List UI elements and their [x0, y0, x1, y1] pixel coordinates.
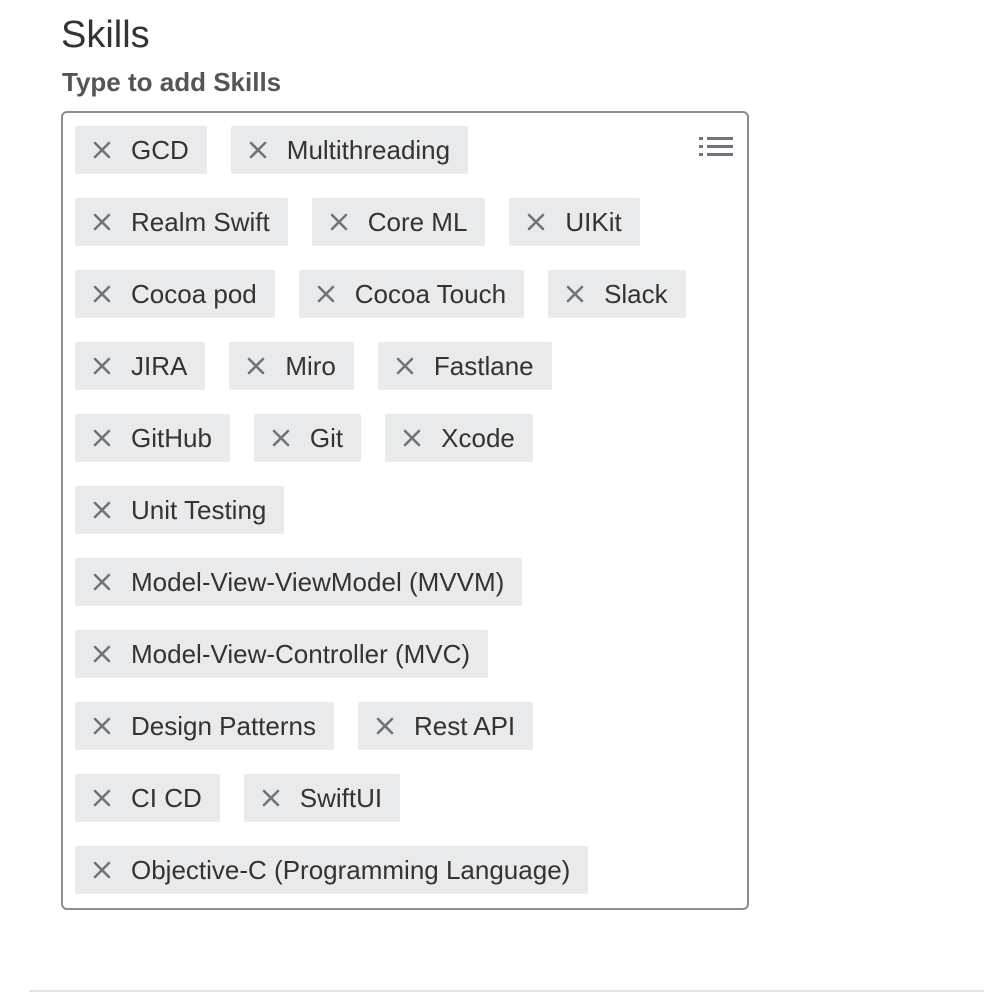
skill-chip: Objective-C (Programming Language): [75, 846, 589, 894]
skill-chip-label: Model-View-ViewModel (MVVM): [131, 567, 505, 597]
skill-chip: JIRA: [75, 342, 206, 390]
close-icon[interactable]: [565, 284, 585, 304]
skill-chip: Realm Swift: [75, 198, 288, 246]
close-icon[interactable]: [92, 644, 112, 664]
close-icon[interactable]: [316, 284, 336, 304]
close-icon[interactable]: [92, 284, 112, 304]
close-icon[interactable]: [248, 140, 268, 160]
skill-chip: Model-View-Controller (MVC): [75, 630, 489, 678]
skill-chip-label: Rest API: [413, 711, 516, 741]
skill-chip: Xcode: [385, 414, 533, 462]
skill-chip: Unit Testing: [75, 486, 285, 534]
skill-chip: SwiftUI: [243, 774, 401, 822]
skill-chip-label: Core ML: [367, 207, 468, 237]
skill-chip: Slack: [548, 270, 686, 318]
skill-chip: Core ML: [311, 198, 486, 246]
skill-chip: GitHub: [75, 414, 230, 462]
close-icon[interactable]: [375, 716, 395, 736]
skill-chip: Cocoa pod: [75, 270, 275, 318]
close-icon[interactable]: [92, 788, 112, 808]
skill-chip-label: Slack: [604, 279, 668, 309]
skill-chip-label: GitHub: [131, 423, 212, 453]
close-icon[interactable]: [92, 500, 112, 520]
skill-chip: Design Patterns: [75, 702, 334, 750]
close-icon[interactable]: [395, 356, 415, 376]
skill-chip-label: Model-View-Controller (MVC): [131, 639, 471, 669]
skill-chip: UIKit: [509, 198, 640, 246]
skill-chip-label: Unit Testing: [131, 495, 267, 525]
section-title: Skills: [61, 14, 150, 56]
skill-chip-label: Miro: [285, 351, 336, 381]
skill-chip-label: Cocoa pod: [131, 279, 257, 309]
skill-chip-label: Cocoa Touch: [354, 279, 507, 309]
close-icon[interactable]: [526, 212, 546, 232]
section-divider: [29, 990, 984, 992]
list-icon[interactable]: [699, 134, 735, 164]
skill-chip: Multithreading: [230, 126, 469, 174]
close-icon[interactable]: [92, 428, 112, 448]
skill-chip-label: Multithreading: [286, 135, 451, 165]
skill-chip: GCD: [75, 126, 207, 174]
skill-chip-label: Git: [309, 423, 344, 453]
skill-chip-label: CI CD: [131, 783, 202, 813]
skill-chip: Fastlane: [377, 342, 552, 390]
close-icon[interactable]: [92, 356, 112, 376]
close-icon[interactable]: [92, 572, 112, 592]
close-icon[interactable]: [261, 788, 281, 808]
skill-chip: Cocoa Touch: [298, 270, 525, 318]
skill-chip-label: Xcode: [441, 423, 515, 453]
skill-chip-label: Realm Swift: [131, 207, 270, 237]
skill-chip-label: UIKit: [565, 207, 622, 237]
close-icon[interactable]: [92, 716, 112, 736]
close-icon[interactable]: [92, 860, 112, 880]
close-icon[interactable]: [271, 428, 291, 448]
skills-input[interactable]: GCD Multithreading Realm Swift Core ML UIKit…: [61, 111, 749, 910]
skill-chip-label: Fastlane: [433, 351, 534, 381]
skill-chip-label: GCD: [131, 135, 189, 165]
skill-chip: Miro: [229, 342, 354, 390]
skill-chip-label: Objective-C (Programming Language): [131, 855, 571, 885]
skill-chip: Git: [253, 414, 362, 462]
close-icon[interactable]: [92, 140, 112, 160]
close-icon[interactable]: [92, 212, 112, 232]
close-icon[interactable]: [329, 212, 349, 232]
skill-chip: Model-View-ViewModel (MVVM): [75, 558, 523, 606]
skill-chip-label: Design Patterns: [131, 711, 316, 741]
skill-chip-label: JIRA: [131, 351, 188, 381]
skill-chip: Rest API: [357, 702, 534, 750]
close-icon[interactable]: [402, 428, 422, 448]
skill-chip-label: SwiftUI: [299, 783, 383, 813]
skills-input-label: Type to add Skills: [62, 67, 282, 97]
skill-chip-list: GCD Multithreading Realm Swift Core ML UIKit…: [75, 126, 687, 894]
skill-chip: CI CD: [75, 774, 220, 822]
close-icon[interactable]: [246, 356, 266, 376]
